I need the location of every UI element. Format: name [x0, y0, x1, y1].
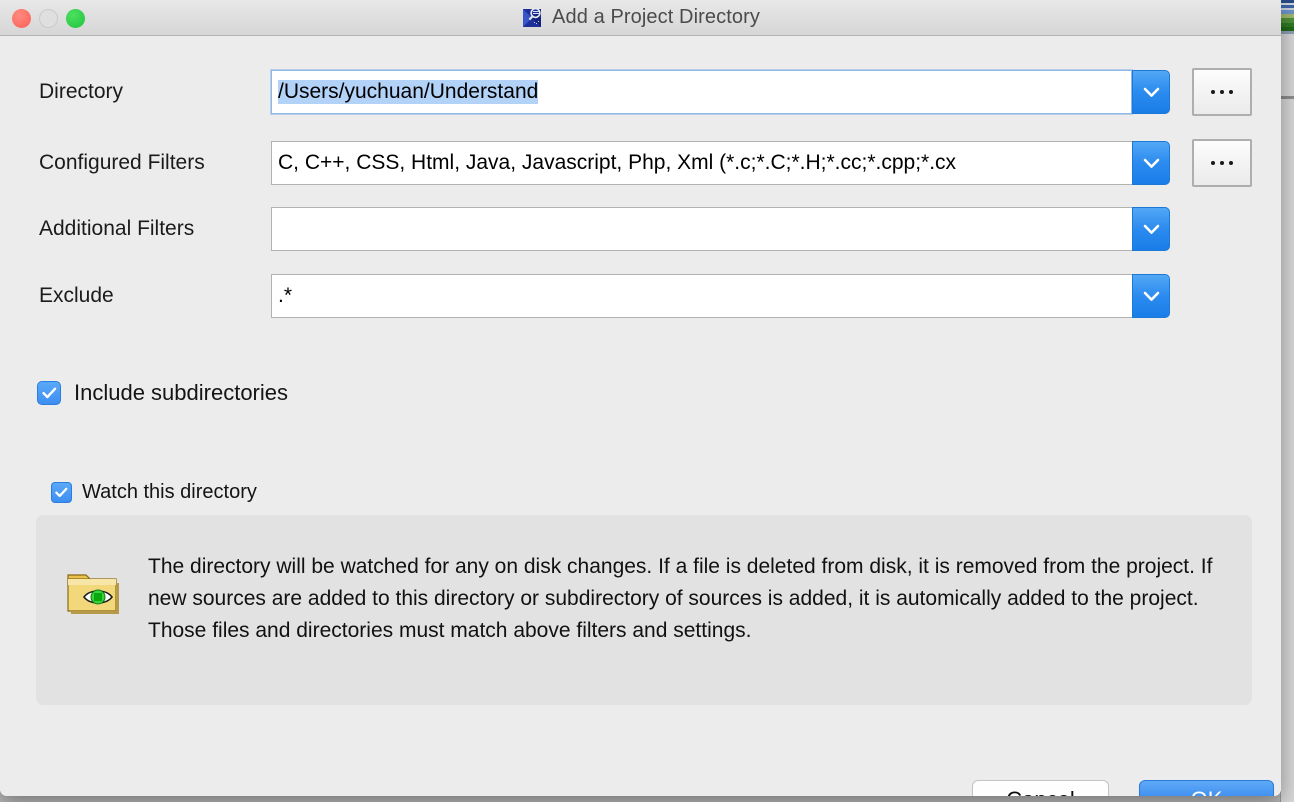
label-exclude: Exclude	[39, 284, 114, 308]
dot-2	[1220, 161, 1224, 165]
additional-filters-dropdown-button[interactable]	[1132, 207, 1170, 251]
project-directory-icon	[521, 7, 543, 29]
dialog-body: Directory /Users/yuchuan/Understand	[0, 36, 1281, 796]
cancel-button[interactable]: Cancel	[972, 780, 1109, 796]
close-window-button[interactable]	[12, 9, 31, 28]
watch-directory-info-panel: The directory will be watched for any on…	[36, 515, 1252, 705]
chevron-down-icon	[1143, 291, 1160, 302]
minimize-window-button[interactable]	[39, 9, 58, 28]
additional-filters-input[interactable]	[271, 207, 1132, 251]
background-window-divider	[1280, 96, 1294, 99]
background-window-strip[interactable]	[1280, 0, 1294, 802]
window-title: Add a Project Directory	[552, 6, 760, 29]
check-icon	[55, 487, 68, 498]
dot-2	[1220, 90, 1224, 94]
additional-filters-combobox[interactable]	[271, 207, 1170, 251]
directory-browse-button[interactable]	[1192, 68, 1252, 116]
watch-directory-checkbox[interactable]: Watch this directory	[51, 481, 257, 504]
configured-filters-value: C, C++, CSS, Html, Java, Javascript, Php…	[278, 151, 956, 175]
label-directory: Directory	[39, 80, 123, 104]
watched-folder-icon	[64, 567, 124, 617]
configured-filters-combobox[interactable]: C, C++, CSS, Html, Java, Javascript, Php…	[271, 141, 1170, 185]
chevron-down-icon	[1143, 224, 1160, 235]
form-row-directory: Directory /Users/yuchuan/Understand	[0, 68, 1281, 116]
zoom-window-button[interactable]	[66, 9, 85, 28]
dot-3	[1229, 90, 1233, 94]
info-panel-text: The directory will be watched for any on…	[148, 545, 1228, 647]
include-subdirectories-checkbox[interactable]: Include subdirectories	[37, 380, 288, 406]
chevron-down-icon	[1143, 158, 1160, 169]
directory-combobox[interactable]: /Users/yuchuan/Understand	[271, 70, 1170, 114]
form-row-configured-filters: Configured Filters C, C++, CSS, Html, Ja…	[0, 139, 1281, 187]
label-additional-filters: Additional Filters	[39, 217, 194, 241]
dot-1	[1211, 90, 1215, 94]
directory-dropdown-button[interactable]	[1132, 70, 1170, 114]
label-configured-filters: Configured Filters	[39, 151, 205, 175]
desktop-backdrop: Add a Project Directory Directory /Users…	[0, 0, 1294, 802]
checkbox-box[interactable]	[37, 381, 61, 405]
exclude-dropdown-button[interactable]	[1132, 274, 1170, 318]
background-window-colorbar	[1280, 0, 1294, 34]
configured-filters-input[interactable]: C, C++, CSS, Html, Java, Javascript, Php…	[271, 141, 1132, 185]
window-controls	[12, 0, 85, 36]
configured-filters-dropdown-button[interactable]	[1132, 141, 1170, 185]
title-group: Add a Project Directory	[0, 0, 1281, 36]
exclude-input-value: .*	[278, 284, 292, 308]
add-project-directory-dialog: Add a Project Directory Directory /Users…	[0, 0, 1281, 796]
configured-filters-browse-button[interactable]	[1192, 139, 1252, 187]
chevron-down-icon	[1143, 87, 1160, 98]
ok-button[interactable]: OK	[1139, 780, 1274, 796]
dot-1	[1211, 161, 1215, 165]
directory-input-value: /Users/yuchuan/Understand	[278, 80, 538, 104]
check-icon	[42, 387, 57, 399]
form-row-additional-filters: Additional Filters	[0, 205, 1281, 253]
exclude-combobox[interactable]: .*	[271, 274, 1170, 318]
include-subdirectories-label: Include subdirectories	[74, 380, 288, 406]
watch-directory-label: Watch this directory	[82, 481, 257, 504]
checkbox-box[interactable]	[51, 482, 72, 503]
title-bar[interactable]: Add a Project Directory	[0, 0, 1281, 36]
directory-input[interactable]: /Users/yuchuan/Understand	[271, 70, 1132, 114]
dot-3	[1229, 161, 1233, 165]
form-row-exclude: Exclude .*	[0, 272, 1281, 320]
exclude-input[interactable]: .*	[271, 274, 1132, 318]
